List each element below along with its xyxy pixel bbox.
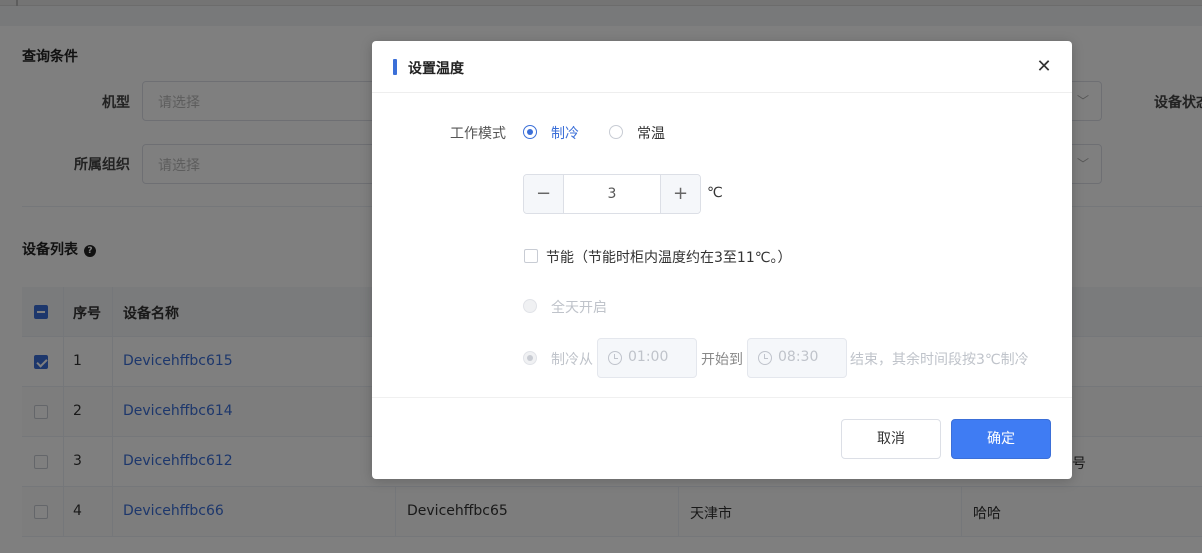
- end-time-picker[interactable]: 08:30: [747, 338, 847, 378]
- increment-button[interactable]: +: [660, 175, 700, 213]
- cancel-button[interactable]: 取消: [841, 419, 941, 459]
- all-day-label: 全天开启: [551, 300, 607, 316]
- footer-divider: [372, 397, 1072, 398]
- mode-cooling-radio[interactable]: [523, 125, 537, 139]
- start-time-picker[interactable]: 01:00: [597, 338, 697, 378]
- work-mode-label: 工作模式: [450, 126, 506, 142]
- mode-cooling-label[interactable]: 制冷: [551, 123, 579, 143]
- temperature-stepper: − +: [523, 174, 701, 214]
- energy-saving-checkbox[interactable]: [524, 249, 538, 263]
- mode-normal-label[interactable]: 常温: [637, 123, 665, 143]
- dialog-header: 设置温度 ✕: [372, 41, 1072, 93]
- confirm-button[interactable]: 确定: [951, 419, 1051, 459]
- schedule-from-label: 制冷从: [551, 352, 593, 368]
- close-icon[interactable]: ✕: [1032, 55, 1056, 79]
- schedule-radio[interactable]: [523, 351, 537, 365]
- clock-icon: [608, 351, 622, 365]
- temperature-unit: ℃: [707, 185, 723, 201]
- schedule-tail-label: 结束，其余时间段按3℃制冷: [850, 352, 1029, 368]
- dialog-title: 设置温度: [408, 61, 464, 77]
- clock-icon: [758, 351, 772, 365]
- end-time-value: 08:30: [778, 349, 819, 365]
- energy-saving-label[interactable]: 节能（节能时柜内温度约在3至11℃。）: [546, 247, 791, 267]
- title-accent-bar: [393, 59, 397, 75]
- temperature-input[interactable]: [565, 175, 659, 213]
- start-time-value: 01:00: [628, 349, 669, 365]
- all-day-radio[interactable]: [523, 299, 537, 313]
- mode-normal-radio[interactable]: [609, 125, 623, 139]
- schedule-mid-label: 开始到: [701, 352, 743, 368]
- set-temperature-dialog: 设置温度 ✕ 工作模式 制冷 常温 − + ℃ 节能（节能时柜内温度约在3至11…: [372, 41, 1072, 479]
- decrement-button[interactable]: −: [524, 175, 564, 213]
